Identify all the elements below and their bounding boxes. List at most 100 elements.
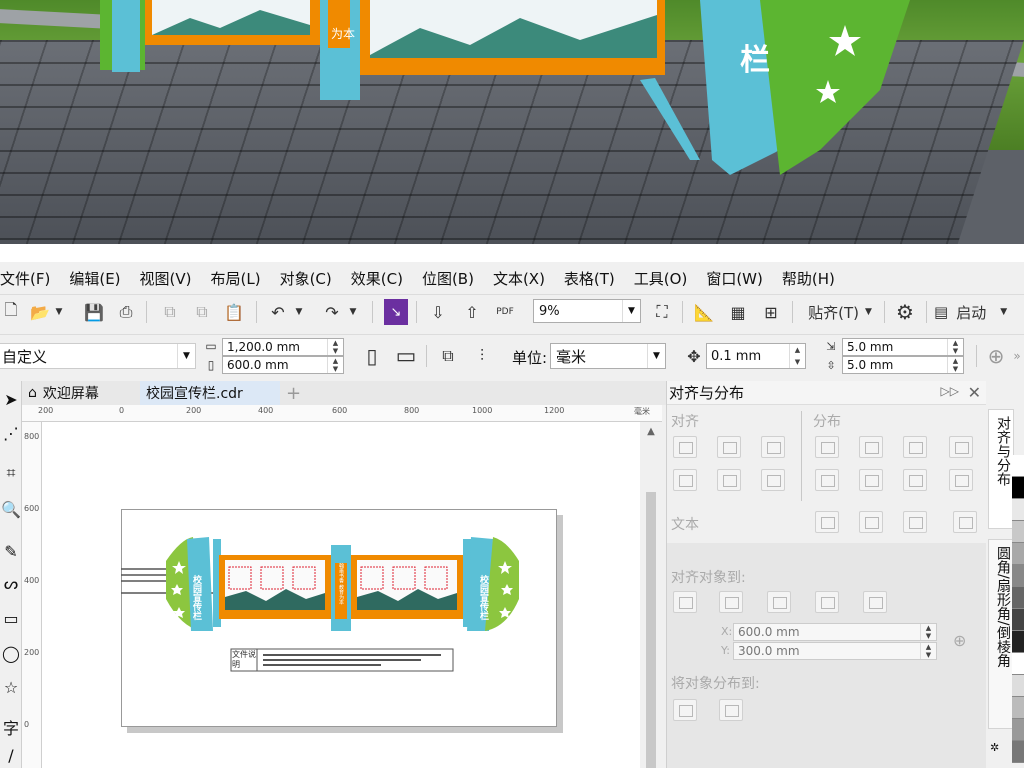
- menu-table[interactable]: 表格(T): [564, 268, 625, 289]
- distribute-spacing-h-icon[interactable]: [949, 436, 973, 458]
- show-rulers-icon[interactable]: 📐: [692, 299, 716, 325]
- menu-help[interactable]: 帮助(H): [782, 268, 845, 289]
- tab-welcome-screen[interactable]: ⌂ 欢迎屏幕: [22, 381, 140, 405]
- drawing-canvas[interactable]: 校园宣传栏 校园宣传栏 翰墨书香 教育为本 文件说明: [42, 422, 640, 768]
- overflow-chevron-icon[interactable]: »: [1010, 343, 1024, 369]
- zoom-tool-icon[interactable]: 🔍: [1, 497, 21, 521]
- launch-button[interactable]: ▤ 启动 ▼: [934, 299, 1024, 325]
- publish-pdf-icon[interactable]: PDF: [492, 299, 518, 325]
- show-grid-icon[interactable]: ▦: [726, 299, 750, 325]
- spin-arrows-icon[interactable]: ▲ ▼: [789, 344, 805, 368]
- menu-file[interactable]: 文件(F): [0, 268, 60, 289]
- align-to-active-objects-icon[interactable]: [673, 591, 697, 613]
- rectangle-tool-icon[interactable]: ▭: [1, 606, 21, 630]
- horizontal-ruler[interactable]: 200 0 200 400 600 800 1000 1200 毫米: [22, 405, 662, 422]
- copy-icon[interactable]: ⧉: [190, 299, 214, 325]
- page-size-preset-combo[interactable]: 自定义 ▼: [0, 343, 196, 369]
- new-tab-plus-icon[interactable]: +: [280, 381, 308, 405]
- portrait-icon[interactable]: ▯: [360, 343, 384, 369]
- scroll-up-chevron-icon[interactable]: ▲: [644, 426, 658, 440]
- menu-text[interactable]: 文本(X): [493, 268, 555, 289]
- page-height-field[interactable]: 600.0 mm ▲ ▼: [222, 356, 344, 374]
- text-bounding-box-icon[interactable]: [903, 511, 927, 533]
- palette-swatch[interactable]: [1012, 587, 1024, 609]
- undo-dropdown-chevron-icon[interactable]: ▼: [292, 299, 306, 325]
- spin-arrows-icon[interactable]: ▲ ▼: [947, 357, 963, 373]
- paste-icon[interactable]: 📋: [222, 299, 246, 325]
- text-tool-icon[interactable]: 字: [1, 715, 21, 739]
- palette-swatch[interactable]: [1012, 675, 1024, 697]
- ellipse-tool-icon[interactable]: ◯: [1, 641, 21, 665]
- open-folder-icon[interactable]: 📂: [28, 299, 52, 325]
- palette-swatch[interactable]: [1012, 631, 1024, 653]
- spin-arrows-icon[interactable]: ▲ ▼: [920, 643, 936, 659]
- full-screen-icon[interactable]: ⛶: [650, 299, 674, 325]
- shape-tool-icon[interactable]: ⋰: [1, 421, 21, 445]
- crop-tool-icon[interactable]: ⌗: [1, 461, 21, 485]
- distribute-to-selection-icon[interactable]: [673, 699, 697, 721]
- page-width-field[interactable]: 1,200.0 mm ▲ ▼: [222, 338, 344, 356]
- duplicate-distance-y-field[interactable]: 5.0 mm ▲ ▼: [842, 356, 964, 374]
- palette-swatch[interactable]: [1012, 653, 1024, 675]
- align-right-icon[interactable]: [761, 436, 785, 458]
- artistic-media-tool-icon[interactable]: ᔕ: [1, 571, 21, 595]
- polygon-tool-icon[interactable]: ☆: [1, 675, 21, 699]
- palette-swatch[interactable]: [1012, 543, 1024, 565]
- cut-icon[interactable]: ⧉: [158, 299, 182, 325]
- menu-object[interactable]: 对象(C): [280, 268, 342, 289]
- docker-collapse-icon[interactable]: ▷▷: [941, 384, 959, 398]
- side-tab-more-icon[interactable]: ✲: [990, 741, 999, 754]
- menu-effects[interactable]: 效果(C): [351, 268, 413, 289]
- y-coordinate-field[interactable]: 300.0 mm ▲ ▼: [733, 642, 937, 660]
- text-outline-icon[interactable]: [953, 511, 977, 533]
- print-icon[interactable]: ⎙: [114, 299, 138, 325]
- palette-swatch[interactable]: [1012, 565, 1024, 587]
- redo-dropdown-chevron-icon[interactable]: ▼: [346, 299, 360, 325]
- side-tab-fillet-scallop-chamfer[interactable]: 圆角/扇形角/倒棱角: [988, 539, 1014, 729]
- palette-swatch[interactable]: [1012, 521, 1024, 543]
- align-left-icon[interactable]: [673, 436, 697, 458]
- menu-layout[interactable]: 布局(L): [211, 268, 271, 289]
- search-content-icon[interactable]: ↘: [384, 299, 408, 325]
- show-guidelines-icon[interactable]: ⊞: [758, 299, 784, 325]
- open-dropdown-chevron-icon[interactable]: ▼: [52, 299, 66, 325]
- align-center-h-icon[interactable]: [717, 436, 741, 458]
- distribute-bottom-icon[interactable]: [903, 469, 927, 491]
- distribute-right-icon[interactable]: [903, 436, 927, 458]
- undo-icon[interactable]: ↶: [266, 299, 290, 325]
- spin-arrows-icon[interactable]: ▲ ▼: [327, 339, 343, 355]
- align-center-v-icon[interactable]: [717, 469, 741, 491]
- menu-edit[interactable]: 编辑(E): [69, 268, 130, 289]
- point-target-icon[interactable]: ⊕: [953, 631, 966, 650]
- close-icon[interactable]: ✕: [968, 383, 981, 402]
- spin-arrows-icon[interactable]: ▲ ▼: [327, 357, 343, 373]
- distribute-to-page-icon[interactable]: [719, 699, 743, 721]
- all-pages-icon[interactable]: ⧉: [434, 343, 462, 369]
- units-combo[interactable]: 毫米 ▼: [550, 343, 666, 369]
- scrollbar-thumb[interactable]: [646, 492, 656, 768]
- new-document-icon[interactable]: 🗋: [0, 299, 22, 325]
- align-to-grid-icon[interactable]: [815, 591, 839, 613]
- save-icon[interactable]: 💾: [82, 299, 106, 325]
- palette-swatch[interactable]: [1012, 499, 1024, 521]
- distribute-top-icon[interactable]: [815, 469, 839, 491]
- current-page-icon[interactable]: ⫶: [468, 343, 496, 369]
- distribute-left-icon[interactable]: [815, 436, 839, 458]
- menu-bitmaps[interactable]: 位图(B): [422, 268, 484, 289]
- freehand-tool-icon[interactable]: ✎: [1, 539, 21, 563]
- menu-tools[interactable]: 工具(O): [634, 268, 698, 289]
- spin-arrows-icon[interactable]: ▲ ▼: [947, 339, 963, 355]
- palette-swatch[interactable]: [1012, 609, 1024, 631]
- palette-swatch[interactable]: [1012, 455, 1024, 477]
- align-to-page-center-icon[interactable]: [767, 591, 791, 613]
- palette-swatch[interactable]: [1012, 741, 1024, 763]
- palette-swatch[interactable]: [1012, 477, 1024, 499]
- distribute-center-h-icon[interactable]: [859, 436, 883, 458]
- options-gear-icon[interactable]: ⚙: [892, 299, 918, 325]
- align-to-page-edge-icon[interactable]: [719, 591, 743, 613]
- chevron-down-icon[interactable]: ▼: [647, 344, 665, 368]
- snap-to-button[interactable]: 贴齐(T) ▼: [800, 299, 880, 325]
- x-coordinate-field[interactable]: 600.0 mm ▲ ▼: [733, 623, 937, 641]
- pick-tool-icon[interactable]: ➤: [1, 387, 21, 411]
- text-first-baseline-icon[interactable]: [815, 511, 839, 533]
